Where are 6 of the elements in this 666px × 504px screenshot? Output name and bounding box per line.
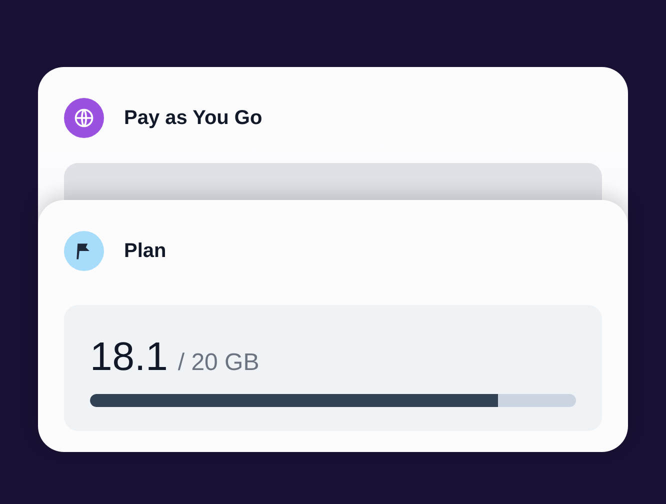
card-title: Pay as You Go bbox=[124, 106, 262, 130]
total-amount: / 20 GB bbox=[178, 349, 260, 377]
flag-icon bbox=[64, 231, 104, 271]
card-title: Plan bbox=[124, 240, 166, 262]
globe-icon bbox=[64, 98, 104, 138]
used-amount: 18.1 bbox=[90, 335, 168, 380]
